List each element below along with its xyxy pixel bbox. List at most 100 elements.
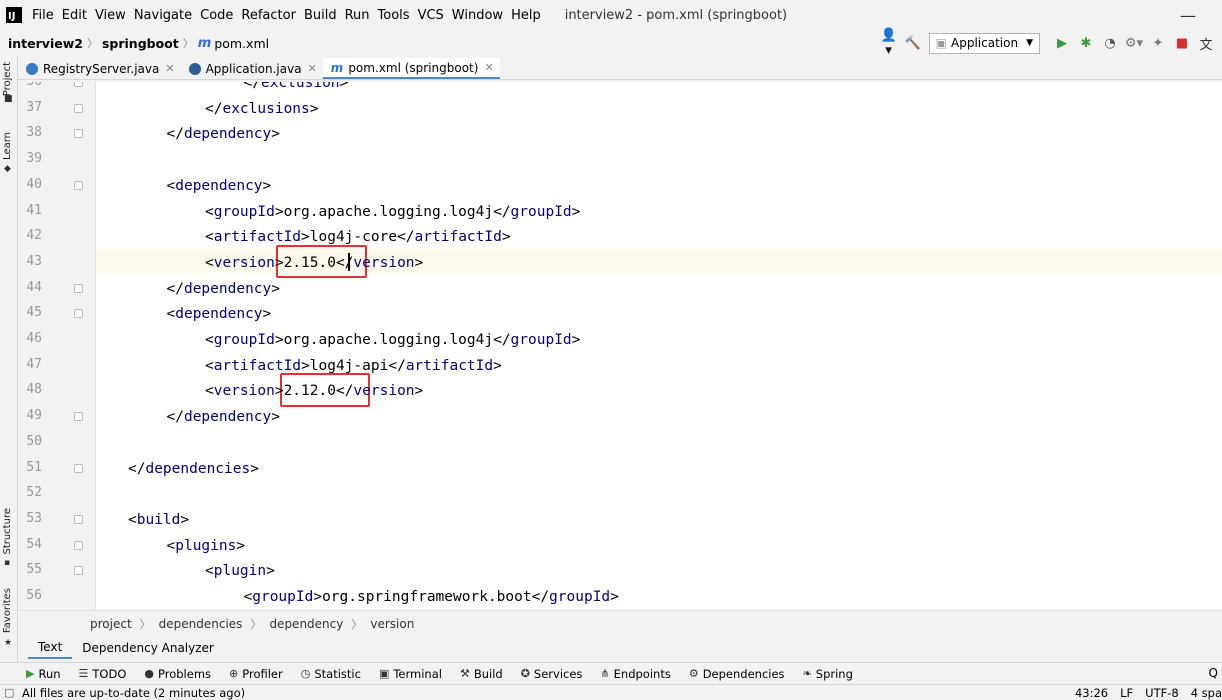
code-line[interactable]: </dependencies> bbox=[128, 460, 259, 478]
code-line[interactable]: </exclusions> bbox=[205, 100, 319, 118]
caret-position[interactable]: 43:26 bbox=[1075, 686, 1108, 700]
debug-icon[interactable]: ✱ bbox=[1076, 36, 1096, 51]
tool-window-statistic[interactable]: ◷ Statistic bbox=[301, 667, 361, 681]
menu-help[interactable]: Help bbox=[511, 8, 541, 23]
build-icon: ⚒ bbox=[459, 667, 470, 680]
tool-window-terminal[interactable]: ▣ Terminal bbox=[379, 667, 442, 681]
line-number: 53 bbox=[26, 510, 42, 526]
menu-refactor[interactable]: Refactor bbox=[241, 8, 296, 23]
build-hammer-icon[interactable]: 🔨 bbox=[903, 36, 923, 51]
fold-marker-icon[interactable] bbox=[74, 283, 83, 293]
breadcrumb-dependency[interactable]: dependency bbox=[269, 617, 343, 631]
fold-marker-icon[interactable] bbox=[74, 309, 83, 319]
code-editor[interactable]: 36 37 38 39 40 41 42 43 44 45 46 47 48 49 50 51 52 53 54 55… bbox=[18, 82, 1222, 610]
code-line[interactable]: <build> bbox=[128, 511, 189, 529]
fold-marker-icon[interactable] bbox=[74, 82, 83, 87]
code-line[interactable]: <artifactId>log4j-api</artifactId> bbox=[205, 357, 502, 375]
fold-marker-icon[interactable] bbox=[74, 129, 83, 139]
file-encoding[interactable]: UTF-8 bbox=[1145, 686, 1179, 700]
line-ending[interactable]: LF bbox=[1120, 686, 1133, 700]
tool-window-run[interactable]: ▶ Run bbox=[26, 667, 61, 681]
fold-marker-icon[interactable] bbox=[74, 463, 83, 473]
tool-window-todo[interactable]: ☰ TODO bbox=[79, 667, 127, 681]
code-line[interactable]: <plugins> bbox=[167, 537, 246, 555]
breadcrumb-dependencies[interactable]: dependencies bbox=[159, 617, 243, 631]
menu-vcs[interactable]: VCS bbox=[418, 8, 444, 23]
xml-tag-name: artifactId bbox=[414, 229, 502, 246]
code-line[interactable]: <plugin> bbox=[205, 562, 275, 580]
status-message[interactable]: All files are up-to-date (2 minutes ago) bbox=[22, 686, 245, 700]
profile-icon[interactable]: ⚙▾ bbox=[1124, 36, 1144, 51]
close-icon[interactable]: ✕ bbox=[484, 61, 493, 74]
nav-project[interactable]: interview2 bbox=[8, 36, 83, 51]
indent-setting[interactable]: 4 spa bbox=[1191, 686, 1222, 700]
fold-marker-icon[interactable] bbox=[74, 566, 83, 576]
fold-marker-icon[interactable] bbox=[74, 103, 83, 113]
code-line[interactable]: <dependency> bbox=[167, 177, 272, 195]
line-number: 49 bbox=[26, 408, 42, 424]
coverage-icon[interactable]: ◔ bbox=[1100, 36, 1120, 51]
run-configuration-select[interactable]: ▣ Application ▼ bbox=[928, 32, 1040, 54]
tool-tab-favorites[interactable]: Favorites bbox=[2, 588, 13, 633]
nav-module[interactable]: springboot bbox=[102, 36, 179, 51]
intellij-logo-icon: IJ bbox=[6, 7, 22, 23]
fold-marker-icon[interactable] bbox=[74, 540, 83, 550]
xml-tag-name: groupId bbox=[549, 589, 611, 605]
code-line[interactable]: <groupId>org.apache.logging.log4j</group… bbox=[205, 203, 580, 221]
fold-marker-icon[interactable] bbox=[74, 514, 83, 524]
code-line[interactable]: </dependency> bbox=[167, 125, 281, 143]
minimize-icon[interactable]: — bbox=[1180, 6, 1196, 25]
xml-text: < bbox=[166, 306, 176, 323]
breadcrumb-project[interactable]: project bbox=[90, 617, 132, 631]
breadcrumb-version[interactable]: version bbox=[370, 617, 414, 631]
tool-tab-structure[interactable]: Structure bbox=[2, 508, 13, 555]
tab-application-java[interactable]: Application.java ✕ bbox=[181, 58, 323, 79]
nav-file[interactable]: pom.xml bbox=[214, 36, 269, 51]
menu-run[interactable]: Run bbox=[345, 8, 370, 23]
menu-tools[interactable]: Tools bbox=[378, 8, 410, 23]
stop-icon[interactable]: ■ bbox=[1172, 36, 1192, 51]
code-line[interactable]: <artifactId>log4j-core</artifactId> bbox=[205, 228, 511, 246]
code-line[interactable]: </dependency> bbox=[167, 280, 281, 298]
tool-window-endpoints[interactable]: ⋔ Endpoints bbox=[600, 667, 670, 681]
tab-pom-xml[interactable]: m pom.xml (springboot) ✕ bbox=[322, 58, 500, 79]
tool-window-problems[interactable]: ● Problems bbox=[144, 667, 211, 681]
code-line[interactable]: <dependency> bbox=[167, 305, 272, 323]
menu-file[interactable]: File bbox=[32, 8, 54, 23]
code-line[interactable]: </dependency> bbox=[167, 408, 281, 426]
tool-window-spring[interactable]: ❧ Spring bbox=[803, 667, 853, 681]
tool-windows-toggle-icon[interactable]: ▢ bbox=[4, 686, 14, 699]
menu-build[interactable]: Build bbox=[304, 8, 337, 23]
tool-window-dependencies[interactable]: ⚙ Dependencies bbox=[689, 667, 785, 681]
menu-navigate[interactable]: Navigate bbox=[134, 8, 192, 23]
close-icon[interactable]: ✕ bbox=[308, 62, 317, 75]
tab-dependency-analyzer[interactable]: Dependency Analyzer bbox=[72, 638, 224, 658]
xml-text: < bbox=[166, 177, 176, 194]
menu-view[interactable]: View bbox=[95, 8, 126, 23]
tool-window-build[interactable]: ⚒ Build bbox=[460, 667, 503, 681]
close-icon[interactable]: ✕ bbox=[165, 62, 174, 75]
code-line[interactable]: <groupId>org.springframework.boot</group… bbox=[244, 588, 619, 606]
run-icon[interactable]: ▶ bbox=[1052, 36, 1072, 51]
tool-tab-learn[interactable]: Learn bbox=[2, 132, 13, 160]
menu-code[interactable]: Code bbox=[200, 8, 233, 23]
tab-registryserver-java[interactable]: RegistryServer.java ✕ bbox=[18, 58, 181, 79]
code-line[interactable]: <version>2.15.0</version> bbox=[205, 254, 423, 272]
tab-text[interactable]: Text bbox=[28, 637, 73, 659]
attach-icon[interactable]: ✦ bbox=[1148, 36, 1168, 51]
code-line[interactable]: <groupId>org.apache.logging.log4j</group… bbox=[205, 331, 580, 349]
tool-window-profiler[interactable]: ⊕ Profiler bbox=[229, 667, 283, 681]
code-area[interactable]: </exclusion> </exclusions> </dependency> <d… bbox=[96, 82, 1222, 610]
code-line[interactable]: <version>2.12.0</version> bbox=[205, 382, 423, 400]
tool-tab-project[interactable]: Project bbox=[2, 62, 13, 96]
code-line[interactable]: </exclusion> bbox=[244, 82, 349, 92]
menu-window[interactable]: Window bbox=[452, 8, 503, 23]
translate-icon[interactable]: 文 bbox=[1196, 34, 1216, 53]
fold-marker-icon[interactable] bbox=[74, 412, 83, 422]
fold-marker-icon[interactable] bbox=[74, 180, 83, 190]
tool-window-services[interactable]: ✪ Services bbox=[521, 667, 583, 681]
user-icon[interactable]: 👤▾ bbox=[879, 28, 899, 58]
menu-edit[interactable]: Edit bbox=[62, 8, 87, 23]
search-icon[interactable]: Q bbox=[1209, 666, 1218, 680]
xml-text: > bbox=[271, 126, 281, 143]
